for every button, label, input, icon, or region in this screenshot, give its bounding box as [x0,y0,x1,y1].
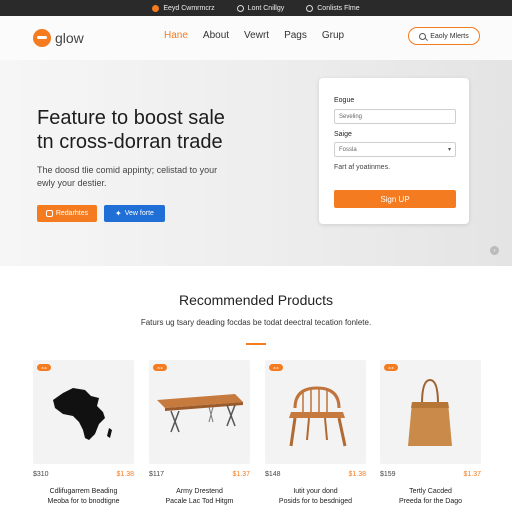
hero-secondary-button[interactable]: ✦ Vew forte [104,205,165,222]
field2-label: Saige [334,131,352,138]
signup-button[interactable]: Sign UP [334,190,456,208]
africa-map-icon [53,388,112,440]
product-card[interactable]: a.s $117 $1.37 Army Drestend Pacale Lac … [149,360,250,505]
main-nav: Hane About Vewrt Pags Grup [164,30,344,41]
phone-icon [306,4,314,12]
nav-item-pages[interactable]: Pags [284,30,307,41]
field1-label: Eogue [334,97,355,104]
hero-subtitle: The doosd tlie comid appinty; celistad t… [37,165,218,188]
product-name[interactable]: Army Drestend Pacale Lac Tod Hitgm [149,487,250,507]
product-name[interactable]: Iutit your dond Posids for to besdniged [265,487,366,507]
header-search-button[interactable]: Eaoly Mlerts [408,27,480,45]
utility-item-commerce[interactable]: Eeyd Cwmrmcrz [152,4,215,12]
product-old-price: $159 [380,471,396,478]
utility-item-login[interactable]: Lont Cnillgy [236,4,284,12]
field2-select[interactable]: Fossla ▾ [334,142,456,157]
orange-dot-icon [152,4,160,12]
product-image[interactable]: a.s [265,360,366,464]
hero-primary-button[interactable]: Redarhtes [37,205,97,222]
chevron-down-icon: ▾ [447,147,451,153]
product-card[interactable]: a.s $310 $1.38 Cdlifugarrem Beading Meob… [33,360,134,505]
nav-item-home[interactable]: Hane [164,30,188,41]
scroll-indicator-icon[interactable]: › [490,246,499,255]
product-image[interactable]: a.s [33,360,134,464]
product-price: $1.37 [463,471,481,478]
hero-title: Feature to boost sale tn cross-dorran tr… [37,107,225,153]
section-title: Recommended Products [178,292,334,308]
site-header: glow Hane About Vewrt Pags Grup Eaoly Ml… [0,16,512,63]
user-icon [236,4,244,12]
section-divider [246,343,266,345]
product-old-price: $117 [149,471,165,478]
product-old-price: $310 [33,471,49,478]
wooden-table-icon [157,394,243,433]
nav-item-vewrt[interactable]: Vewrt [244,30,269,41]
logo[interactable]: glow [33,29,84,47]
product-price: $1.38 [116,471,134,478]
tote-bag-icon [408,378,452,446]
product-price: $1.37 [232,471,250,478]
product-card[interactable]: a.s $159 $1.37 Tertly Cacded Preeda for … [380,360,481,505]
utility-bar: Eeyd Cwmrmcrz Lont Cnillgy Conlists Flme [0,0,512,16]
product-card[interactable]: a.s $148 $1.38 Iutit your dond Posids fo… [265,360,366,505]
nav-item-about[interactable]: About [203,30,229,41]
search-icon [419,32,427,40]
signup-card: Eogue Seveling Saige Fossla ▾ Fart af yo… [319,78,469,224]
app-icon [45,210,53,217]
bird-icon: ✦ [115,208,122,218]
form-note: Fart af yoatinmes. [334,164,391,171]
utility-item-contacts[interactable]: Conlists Flme [306,4,360,12]
wooden-chair-icon [289,386,347,447]
product-name[interactable]: Tertly Cacded Preeda for the Dago [380,487,481,507]
product-old-price: $148 [265,471,281,478]
field1-input[interactable]: Seveling [334,109,456,124]
product-price: $1.38 [348,471,366,478]
product-image[interactable]: a.s [149,360,250,464]
logo-mark-icon [33,29,51,47]
product-image[interactable]: a.s [380,360,481,464]
section-subtitle: Faturs ug tsary deading focdas be todat … [140,318,372,327]
product-name[interactable]: Cdlifugarrem Beading Meoba for to bnodti… [33,487,134,507]
hero-section: Feature to boost sale tn cross-dorran tr… [0,60,512,266]
nav-item-group[interactable]: Grup [322,30,344,41]
